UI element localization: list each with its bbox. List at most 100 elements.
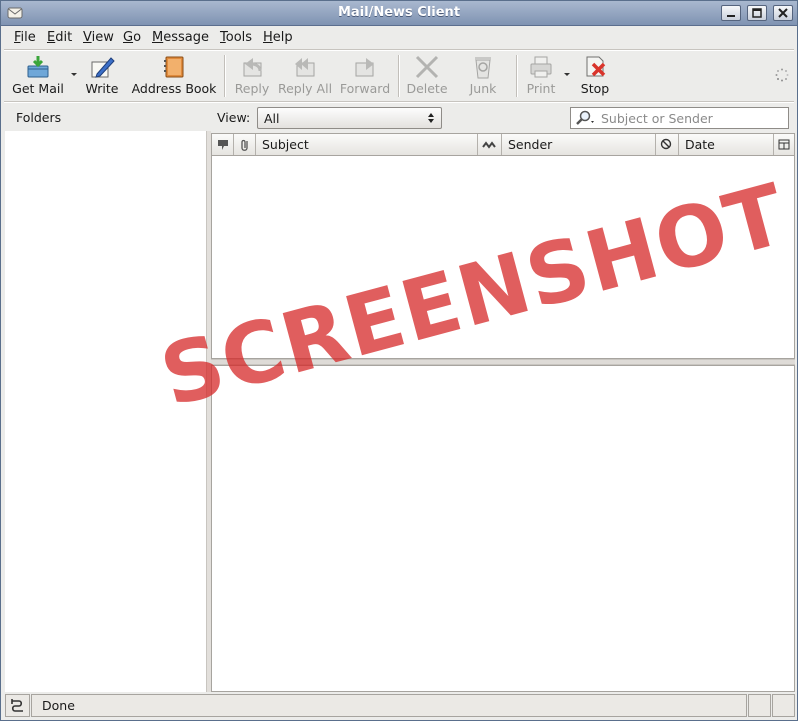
get-mail-icon bbox=[27, 56, 49, 78]
delete-button[interactable]: Delete bbox=[404, 51, 450, 99]
print-dropdown-icon[interactable] bbox=[564, 73, 570, 76]
search-icon bbox=[576, 110, 594, 125]
menu-message[interactable]: Message bbox=[152, 30, 209, 45]
address-book-label: Address Book bbox=[131, 81, 217, 96]
attachment-column-header[interactable] bbox=[234, 134, 256, 155]
get-mail-label: Get Mail bbox=[12, 81, 64, 96]
date-column-label: Date bbox=[685, 137, 715, 152]
message-list-header: Subject Sender Date bbox=[212, 134, 794, 156]
menu-go-label: o bbox=[133, 30, 142, 45]
menu-go[interactable]: Go bbox=[123, 30, 141, 45]
menu-tools[interactable]: Tools bbox=[220, 30, 252, 45]
online-status-icon bbox=[11, 699, 23, 712]
menu-view-label: iew bbox=[91, 30, 114, 45]
status-panel-progress bbox=[748, 694, 771, 717]
maximize-button[interactable] bbox=[747, 5, 767, 21]
junk-label: Junk bbox=[469, 81, 497, 96]
write-label: Write bbox=[85, 81, 119, 96]
view-filter-value: All bbox=[264, 111, 280, 126]
menu-edit-mnemonic: E bbox=[47, 30, 56, 45]
stop-icon bbox=[586, 56, 606, 77]
forward-label: Forward bbox=[339, 81, 391, 96]
sender-column-header[interactable]: Sender bbox=[502, 134, 656, 155]
minimize-button[interactable] bbox=[721, 5, 741, 21]
window-title: Mail/News Client bbox=[337, 5, 461, 20]
toolbar-separator bbox=[224, 55, 226, 97]
menu-tools-label: ools bbox=[225, 30, 253, 45]
menu-bar: File Edit View Go Message Tools Help bbox=[1, 25, 797, 49]
minimize-icon bbox=[727, 15, 735, 17]
sender-column-label: Sender bbox=[508, 137, 553, 152]
print-icon bbox=[530, 56, 552, 78]
junk-button[interactable]: Junk bbox=[464, 51, 502, 99]
stop-label: Stop bbox=[580, 81, 610, 96]
menu-view[interactable]: View bbox=[83, 30, 114, 45]
junk-icon bbox=[475, 57, 491, 79]
get-mail-dropdown-icon[interactable] bbox=[71, 73, 77, 76]
title-bar[interactable]: Mail/News Client bbox=[1, 1, 797, 26]
attachment-icon bbox=[241, 139, 248, 151]
print-button[interactable]: Print bbox=[522, 51, 560, 99]
menu-file[interactable]: File bbox=[14, 30, 36, 45]
menu-help-mnemonic: H bbox=[263, 30, 273, 45]
online-status-button[interactable] bbox=[5, 694, 30, 717]
toolbar-separator bbox=[398, 55, 400, 97]
column-picker-button[interactable] bbox=[774, 134, 794, 155]
status-panel-security bbox=[772, 694, 795, 717]
get-mail-button[interactable]: Get Mail bbox=[9, 51, 67, 99]
view-filter-select[interactable]: All bbox=[257, 107, 442, 129]
delete-label: Delete bbox=[406, 81, 448, 96]
select-arrows-icon bbox=[428, 113, 434, 123]
menu-message-label: essage bbox=[163, 30, 209, 45]
menu-help-label: elp bbox=[272, 30, 293, 45]
reply-button[interactable]: Reply bbox=[233, 51, 271, 99]
read-status-icon bbox=[482, 141, 496, 149]
date-column-header[interactable]: Date bbox=[679, 134, 774, 155]
reply-label: Reply bbox=[234, 81, 270, 96]
delete-icon bbox=[415, 55, 439, 79]
search-box[interactable] bbox=[570, 107, 789, 129]
menu-message-mnemonic: M bbox=[152, 30, 164, 45]
folders-header-label: Folders bbox=[16, 110, 62, 125]
junk-status-icon bbox=[660, 138, 672, 150]
folders-header: Folders bbox=[5, 105, 205, 129]
reply-all-icon bbox=[295, 58, 315, 77]
activity-throbber-icon bbox=[775, 68, 789, 82]
thread-column-header[interactable] bbox=[212, 134, 234, 155]
forward-button[interactable]: Forward bbox=[339, 51, 391, 99]
toolbar-bottom-divider bbox=[4, 101, 794, 103]
status-text: Done bbox=[42, 698, 75, 713]
status-text-panel: Done bbox=[31, 694, 747, 717]
junk-status-column-header[interactable] bbox=[656, 134, 679, 155]
menu-view-mnemonic: V bbox=[83, 30, 92, 45]
forward-icon bbox=[355, 58, 374, 77]
write-button[interactable]: Write bbox=[83, 51, 121, 99]
view-filter-label: View: bbox=[217, 110, 251, 125]
address-book-icon bbox=[164, 56, 184, 78]
read-status-column-header[interactable] bbox=[478, 134, 502, 155]
menu-help[interactable]: Help bbox=[263, 30, 293, 45]
app-window: Mail/News Client File Edit View Go Message To… bbox=[0, 0, 798, 721]
maximize-icon bbox=[752, 8, 762, 18]
column-picker-icon bbox=[778, 139, 790, 150]
stop-button[interactable]: Stop bbox=[576, 51, 614, 99]
address-book-button[interactable]: Address Book bbox=[129, 51, 219, 99]
menu-edit[interactable]: Edit bbox=[47, 30, 72, 45]
main-toolbar: Get Mail Write Address Book Reply Reply … bbox=[1, 51, 797, 101]
subject-column-header[interactable]: Subject bbox=[256, 134, 478, 155]
thread-icon bbox=[218, 140, 228, 150]
menu-edit-label: dit bbox=[55, 30, 73, 45]
reply-icon bbox=[243, 58, 262, 77]
close-icon bbox=[778, 8, 788, 18]
toolbar-separator bbox=[516, 55, 518, 97]
print-label: Print bbox=[526, 81, 556, 96]
search-input[interactable] bbox=[601, 110, 781, 126]
write-icon bbox=[91, 57, 115, 78]
status-bar: Done bbox=[1, 694, 797, 720]
subject-column-label: Subject bbox=[262, 137, 309, 152]
message-preview-pane[interactable] bbox=[211, 365, 795, 692]
menu-go-mnemonic: G bbox=[123, 30, 134, 45]
close-button[interactable] bbox=[773, 5, 793, 21]
reply-all-button[interactable]: Reply All bbox=[277, 51, 333, 99]
reply-all-label: Reply All bbox=[277, 81, 333, 96]
